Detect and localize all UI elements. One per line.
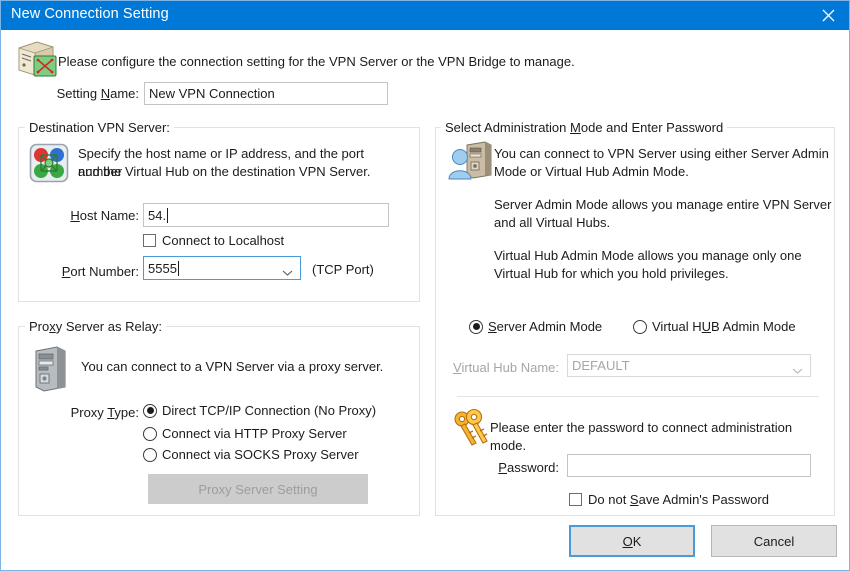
package-vpn-icon — [15, 39, 59, 79]
virtual-hub-name-label: Virtual Hub Name: — [453, 360, 559, 375]
checkbox-box — [569, 493, 582, 506]
port-number-value: 5555 — [148, 260, 177, 276]
server-admin-mode-radio[interactable]: Server Admin Mode — [469, 319, 602, 334]
host-name-value: 54. — [148, 207, 167, 223]
radio-indicator — [469, 319, 483, 334]
proxy-description: You can connect to a VPN Server via a pr… — [81, 359, 384, 374]
radio-indicator — [633, 319, 647, 334]
chevron-down-icon — [282, 265, 293, 276]
port-number-label: Port Number: — [61, 264, 139, 279]
virtual-hub-name-value: DEFAULT — [572, 358, 630, 373]
user-server-icon — [447, 141, 493, 183]
ok-button-label: OK — [622, 533, 642, 549]
admin-paragraph3-line1: Virtual Hub Admin Mode allows you manage… — [494, 248, 802, 263]
header-description: Please configure the connection setting … — [58, 54, 575, 69]
password-input[interactable] — [567, 454, 811, 477]
text-caret — [177, 260, 179, 276]
virtual-hub-admin-mode-label: Virtual HUB Admin Mode — [652, 319, 796, 334]
admin-paragraph2-line1: Server Admin Mode allows you manage enti… — [494, 197, 832, 212]
virtual-hub-name-combobox[interactable]: DEFAULT — [567, 354, 811, 377]
radio-indicator — [143, 426, 157, 441]
admin-paragraph1-line2: Mode or Virtual Hub Admin Mode. — [494, 164, 689, 179]
virtual-hub-admin-mode-radio[interactable]: Virtual HUB Admin Mode — [633, 319, 796, 334]
vpn-server-icon — [29, 143, 69, 183]
password-label: Password: — [498, 460, 559, 475]
proxy-option-direct[interactable]: Direct TCP/IP Connection (No Proxy) — [143, 403, 376, 418]
chevron-down-icon — [792, 362, 803, 374]
do-not-save-password-label: Do not Save Admin's Password — [588, 492, 769, 507]
checkbox-box — [143, 234, 156, 247]
destination-description-line2: and the Virtual Hub on the destination V… — [78, 164, 371, 179]
setting-name-input[interactable]: New VPN Connection — [144, 82, 388, 105]
ok-button[interactable]: OK — [569, 525, 695, 557]
connect-to-localhost-label: Connect to Localhost — [162, 233, 285, 248]
admin-separator — [457, 396, 819, 397]
title-bar: New Connection Setting — [1, 1, 849, 30]
admin-paragraph1-line1: You can connect to VPN Server using eith… — [494, 146, 829, 161]
proxy-option-direct-label: Direct TCP/IP Connection (No Proxy) — [162, 403, 377, 418]
radio-indicator — [143, 403, 157, 418]
text-caret — [167, 207, 169, 223]
port-number-combobox[interactable]: 5555 — [143, 256, 301, 280]
close-icon[interactable] — [805, 1, 849, 30]
proxy-option-socks-label: Connect via SOCKS Proxy Server — [162, 447, 359, 462]
setting-name-label: Setting Name: — [56, 86, 139, 101]
host-name-input[interactable]: 54. — [143, 203, 389, 227]
proxy-type-label: Proxy Type: — [70, 405, 139, 420]
host-name-label: Host Name: — [70, 208, 139, 223]
new-connection-setting-dialog: New Connection Setting Please configure … — [0, 0, 850, 571]
cancel-button[interactable]: Cancel — [711, 525, 837, 557]
keys-icon — [449, 407, 493, 451]
admin-paragraph3-line2: Virtual Hub for which you hold privilege… — [494, 266, 729, 281]
window-title: New Connection Setting — [11, 6, 169, 22]
do-not-save-password-checkbox[interactable]: Do not Save Admin's Password — [569, 492, 769, 507]
destination-group-title: Destination VPN Server: — [25, 120, 174, 135]
password-prompt: Please enter the password to connect adm… — [490, 420, 793, 453]
proxy-option-socks[interactable]: Connect via SOCKS Proxy Server — [143, 447, 359, 462]
proxy-group-title: Proxy Server as Relay: — [25, 319, 166, 334]
proxy-server-setting-button[interactable]: Proxy Server Setting — [148, 474, 368, 504]
admin-group-title: Select Administration Mode and Enter Pas… — [441, 120, 728, 135]
computer-tower-icon — [29, 345, 71, 393]
admin-paragraph2-line2: and all Virtual Hubs. — [494, 215, 611, 230]
proxy-option-http-label: Connect via HTTP Proxy Server — [162, 426, 347, 441]
server-admin-mode-label: Server Admin Mode — [488, 319, 603, 334]
radio-indicator — [143, 447, 157, 462]
tcp-port-note: (TCP Port) — [312, 262, 374, 277]
connect-to-localhost-checkbox[interactable]: Connect to Localhost — [143, 233, 284, 248]
proxy-option-http[interactable]: Connect via HTTP Proxy Server — [143, 426, 347, 441]
